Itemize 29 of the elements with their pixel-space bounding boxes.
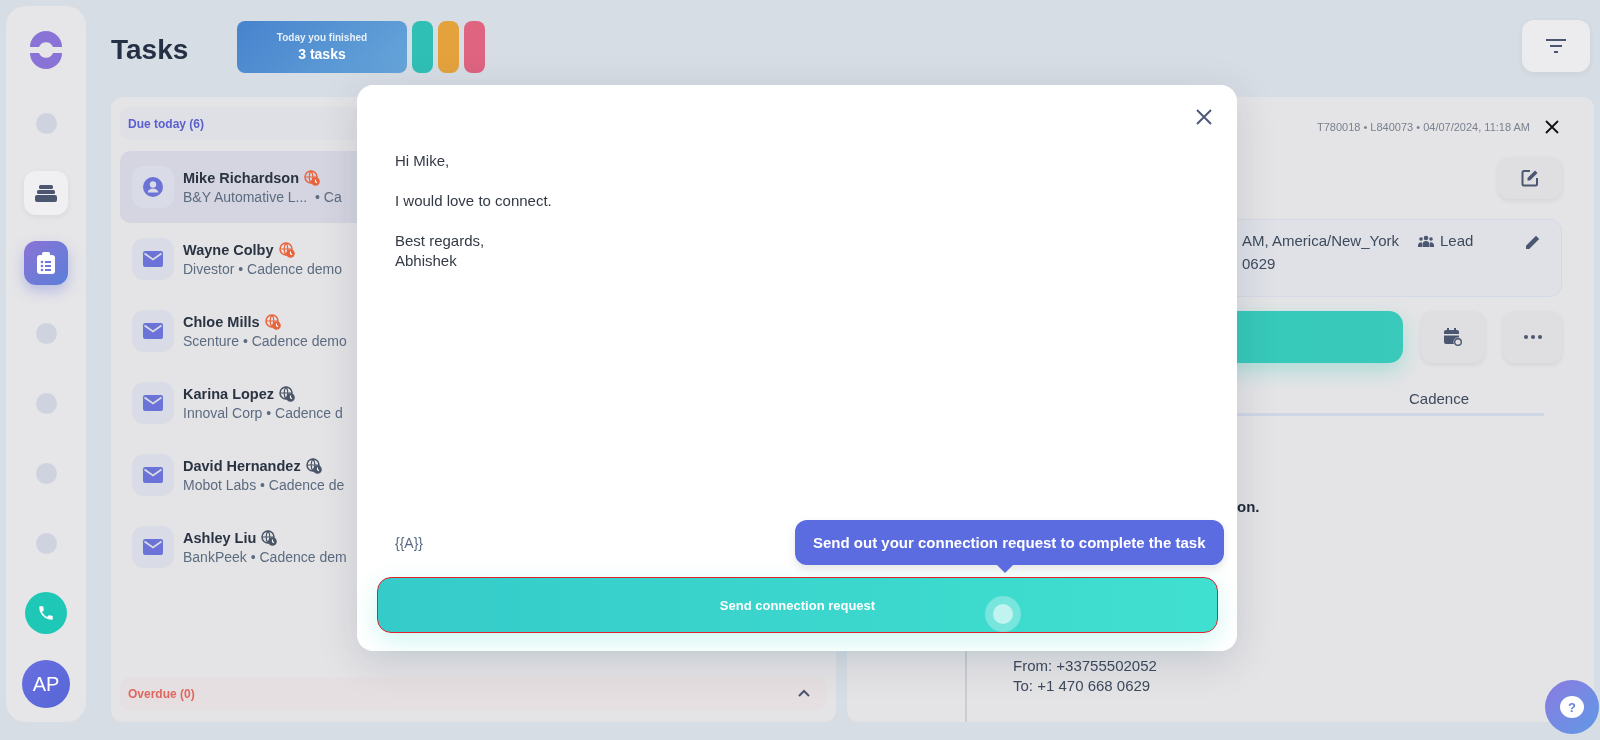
- section-title: Overdue (0): [128, 686, 195, 701]
- phone-number: 0629: [1242, 255, 1277, 272]
- activity-text: on.: [1237, 498, 1261, 515]
- contact-name: Wayne Colby: [183, 241, 274, 258]
- contact-company: Mobot Labs • Cadence de: [183, 476, 345, 493]
- contact-name: Karina Lopez: [183, 385, 275, 402]
- page-title: Tasks: [111, 34, 190, 66]
- template-variable: {{A}}: [395, 535, 424, 551]
- contact-type: Lead: [1440, 232, 1474, 249]
- contact-company: B&Y Automative L... • Ca: [183, 188, 342, 205]
- message-paragraph: Best regards, Abhishek: [395, 231, 486, 271]
- contact-company: Divestor • Cadence demo: [183, 260, 342, 277]
- contact-name: David Hernandez: [183, 457, 301, 474]
- call-to: To: +1 470 668 0629: [1013, 676, 1152, 696]
- local-time: AM, America/New_York: [1242, 232, 1400, 249]
- section-title: Due today (6): [128, 116, 204, 131]
- stats-caption: Today you finished: [276, 32, 368, 43]
- contact-name: Ashley Liu: [183, 529, 257, 546]
- stats-value: 3 tasks: [298, 46, 346, 62]
- contact-company: Innoval Corp • Cadence d: [183, 404, 343, 421]
- contact-company: BankPeek • Cadence dem: [183, 548, 347, 565]
- call-from: From: +33755502052: [1013, 656, 1157, 676]
- contact-name: Chloe Mills: [183, 313, 260, 330]
- contact-name: Mike Richardson: [183, 169, 300, 186]
- message-paragraph: Hi Mike,: [395, 151, 451, 171]
- message-paragraph: I would love to connect.: [395, 191, 553, 211]
- task-meta: T780018 • L840073 • 04/07/2024, 11:18 AM: [1317, 121, 1530, 133]
- contact-company: Scenture • Cadence demo: [183, 332, 347, 349]
- tooltip: Send out your connection request to complete the task: [795, 520, 1224, 565]
